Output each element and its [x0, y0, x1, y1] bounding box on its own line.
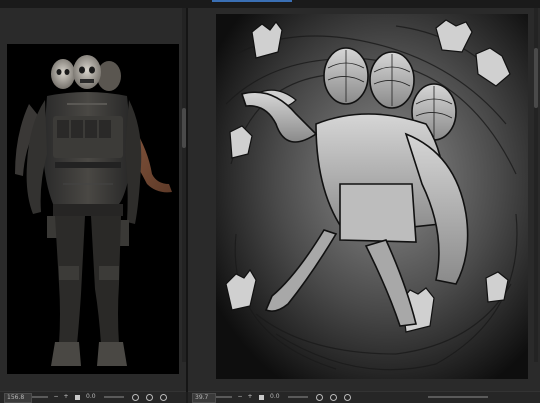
zoom-in-button[interactable]: +	[246, 393, 254, 401]
reset-rotation-icon[interactable]	[160, 394, 167, 401]
right-vertical-scrollbar[interactable]	[534, 8, 538, 362]
active-tab-indicator	[212, 0, 292, 2]
rotate-left-icon[interactable]	[316, 394, 323, 401]
window-top-bar	[0, 0, 540, 8]
right-canvas-panel	[188, 8, 540, 392]
rotation-slider[interactable]	[288, 396, 308, 398]
rotate-right-icon[interactable]	[146, 394, 153, 401]
left-canvas-panel	[0, 8, 186, 392]
reset-rotation-icon[interactable]	[344, 394, 351, 401]
zoom-in-button[interactable]: +	[62, 393, 70, 401]
right-statusbar: 39.7 − + 0.0	[188, 391, 540, 403]
rotation-angle-field[interactable]: 0.0	[270, 393, 280, 401]
right-scroll-thumb[interactable]	[534, 48, 538, 108]
zoom-level-field[interactable]: 39.7	[192, 393, 216, 403]
square-icon[interactable]	[259, 395, 264, 400]
horizontal-scrollbar[interactable]	[428, 396, 488, 398]
rotation-angle-field[interactable]: 0.0	[86, 393, 96, 401]
rotate-right-icon[interactable]	[330, 394, 337, 401]
zoom-level-field[interactable]: 156.8	[4, 393, 32, 403]
reference-canvas[interactable]	[7, 44, 179, 374]
sketch-illustration	[216, 14, 528, 379]
soldier-illustration	[15, 55, 172, 366]
zoom-out-button[interactable]: −	[52, 393, 60, 401]
sketch-canvas[interactable]	[216, 14, 528, 379]
zoom-out-button[interactable]: −	[236, 393, 244, 401]
left-statusbar: 156.8 − + 0.0	[0, 391, 186, 403]
zoom-slider[interactable]	[32, 396, 48, 398]
rotate-left-icon[interactable]	[132, 394, 139, 401]
rotation-slider[interactable]	[104, 396, 124, 398]
square-icon[interactable]	[75, 395, 80, 400]
zoom-slider[interactable]	[216, 396, 232, 398]
